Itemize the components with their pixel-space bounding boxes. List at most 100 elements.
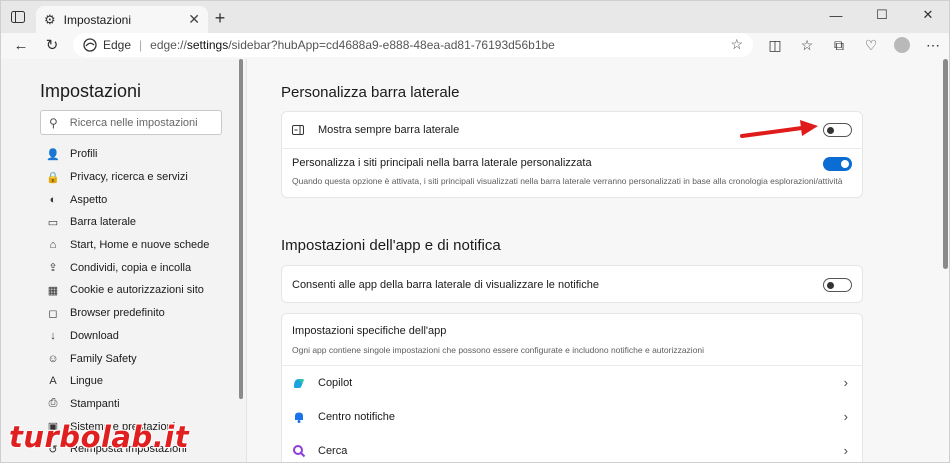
app-settings-card: Impostazioni specifiche dell'app Ogni ap… (281, 313, 863, 462)
sidebar-item-label: Family Safety (70, 352, 137, 365)
sidebar-title: Impostazioni (40, 81, 142, 101)
always-show-label: Mostra sempre barra laterale (318, 124, 460, 136)
main-scrollbar[interactable] (943, 59, 948, 269)
sidebar-item[interactable]: ▦ Cookie e autorizzazioni sito (46, 279, 209, 302)
browser-window: ⚙ Impostazioni ✕ + — ☐ ✕ ← ↻ Edge | edge… (0, 0, 950, 463)
settings-main: Personalizza barra laterale Mostra sempr… (248, 59, 949, 462)
app-label-copilot: Copilot (318, 377, 353, 389)
chevron-right-icon: › (843, 375, 848, 390)
app-row-notifications[interactable]: Centro notifiche › (282, 400, 862, 434)
avatar[interactable] (892, 35, 912, 55)
notifications-card: Consenti alle app della barra laterale d… (281, 265, 863, 303)
split-screen-icon[interactable]: ◫ (765, 35, 785, 55)
app-label-search: Cerca (318, 445, 348, 457)
personalize-description: Quando questa opzione è attivata, i siti… (292, 176, 843, 186)
app-settings-desc-row: Ogni app contiene singole impostazioni c… (282, 344, 862, 356)
sidebar-item-icon: ☺ (47, 352, 59, 365)
watermark-logo: turbolab.it (9, 420, 190, 454)
personalize-label: Personalizza i siti principali nella bar… (292, 157, 592, 169)
collections-icon[interactable]: ⧉ (829, 35, 849, 55)
gear-icon: ⚙ (44, 11, 56, 27)
sidebar-item[interactable]: ⎙ Stampanti (46, 393, 209, 416)
sidebar-item[interactable]: A Lingue (46, 370, 209, 393)
sidebar-item-label: Condividi, copia e incolla (70, 261, 192, 274)
always-show-toggle[interactable] (823, 123, 852, 137)
sidebar-item-icon: ⌂ (49, 239, 57, 252)
new-tab-button[interactable]: + (209, 7, 231, 29)
app-settings-description: Ogni app contiene singole impostazioni c… (292, 345, 705, 355)
app-row-copilot[interactable]: Copilot › (282, 366, 862, 400)
sidebar-item-label: Privacy, ricerca e servizi (70, 171, 188, 184)
sidebar-item-label: Stampanti (70, 397, 120, 410)
search-placeholder: Ricerca nelle impostazioni (69, 116, 198, 129)
sidebar-item-icon: 👤 (46, 148, 60, 161)
sidebar-item-icon: A (49, 375, 57, 388)
back-arrow-icon[interactable]: ← (11, 35, 31, 55)
personalize-row: Personalizza i siti principali nella bar… (282, 156, 862, 170)
sidebar-item-icon: ↓ (50, 329, 56, 342)
search-input[interactable]: ⚲ Ricerca nelle impostazioni (40, 110, 222, 135)
close-window-button[interactable]: ✕ (905, 1, 949, 29)
sidebar-item[interactable]: 👤 Profili (46, 143, 209, 166)
address-separator: | (139, 38, 143, 52)
more-menu-icon[interactable]: ⋯ (923, 35, 943, 55)
sidebar-item-label: Download (70, 329, 119, 342)
sidebar-item[interactable]: ☺ Family Safety (46, 347, 209, 370)
app-settings-title-row: Impostazioni specifiche dell'app (282, 324, 862, 338)
browser-toolbar: ← ↻ Edge | edge://settings/sidebar?hubAp… (1, 33, 949, 57)
app-label-notifications: Centro notifiche (318, 411, 396, 423)
chevron-right-icon: › (843, 443, 848, 458)
refresh-icon[interactable]: ↻ (42, 35, 62, 55)
sidebar-scrollbar[interactable] (239, 59, 243, 399)
favorite-star-icon[interactable]: ☆ (730, 36, 743, 53)
sidebar-item-icon: ⇪ (48, 262, 58, 275)
sidebar-item-label: Browser predefinito (70, 307, 165, 320)
window-controls: — ☐ ✕ (813, 1, 949, 33)
sidebar-item-icon: ▭ (47, 216, 59, 229)
settings-sidebar: Impostazioni ⚲ Ricerca nelle impostazion… (1, 59, 247, 462)
minimize-button[interactable]: — (813, 1, 859, 29)
sidebar-item-icon: ◻ (48, 307, 58, 320)
sidebar-item[interactable]: 🔒 Privacy, ricerca e servizi (46, 166, 209, 189)
personalize-description-row: Quando questa opzione è attivata, i siti… (282, 175, 862, 187)
sidebar-item[interactable]: ▭ Barra laterale (46, 211, 209, 234)
sidebar-item[interactable]: ↓ Download (46, 325, 209, 348)
tab-actions-button[interactable] (8, 8, 28, 26)
chevron-right-icon: › (843, 409, 848, 424)
sidebar-item-label: Barra laterale (70, 216, 137, 229)
app-row-search[interactable]: Cerca › (282, 434, 862, 462)
address-url: edge://settings/sidebar?hubApp=cd4688a9-… (150, 38, 555, 52)
personalize-toggle[interactable] (823, 157, 852, 171)
sidebar-item-icon: ◐ (49, 193, 57, 206)
sidebar-item-label: Cookie e autorizzazioni sito (70, 284, 204, 297)
bell-icon (295, 412, 303, 423)
tab-strip: ⚙ Impostazioni ✕ + — ☐ ✕ (1, 1, 949, 33)
address-brand: Edge (103, 38, 132, 52)
edge-logo-icon (83, 38, 97, 52)
maximize-button[interactable]: ☐ (859, 1, 905, 29)
sidebar-item-icon: ⎙ (48, 397, 58, 410)
sidebar-item-label: Lingue (70, 375, 104, 388)
favorites-icon[interactable]: ☆ (797, 35, 817, 55)
sidebar-item[interactable]: ⇪ Condividi, copia e incolla (46, 256, 209, 279)
tab-settings[interactable]: ⚙ Impostazioni ✕ (36, 6, 208, 33)
sidebar-item-label: Profili (70, 148, 98, 161)
sidebar-item-icon: ▦ (47, 284, 59, 297)
browser-essentials-icon[interactable]: ♡ (861, 35, 881, 55)
sidebar-layout-icon (292, 125, 304, 135)
sidebar-item[interactable]: ◻ Browser predefinito (46, 302, 209, 325)
sidebar-item[interactable]: ◐ Aspetto (46, 188, 209, 211)
sidebar-item[interactable]: ⌂ Start, Home e nuove schede (46, 234, 210, 257)
section-heading-sidebar: Personalizza barra laterale (281, 84, 460, 101)
divider (282, 148, 862, 149)
notify-toggle[interactable] (823, 278, 852, 292)
tab-actions-icon (11, 11, 25, 23)
app-settings-title: Impostazioni specifiche dell'app (292, 325, 447, 337)
sidebar-item-icon: 🔒 (46, 171, 60, 184)
copilot-icon (294, 379, 304, 388)
address-bar[interactable]: Edge | edge://settings/sidebar?hubApp=cd… (73, 33, 753, 57)
search-icon: ⚲ (49, 115, 58, 130)
sidebar-item-label: Start, Home e nuove schede (70, 239, 210, 252)
notify-label: Consenti alle app della barra laterale d… (292, 279, 599, 291)
tab-close-icon[interactable]: ✕ (188, 11, 200, 28)
